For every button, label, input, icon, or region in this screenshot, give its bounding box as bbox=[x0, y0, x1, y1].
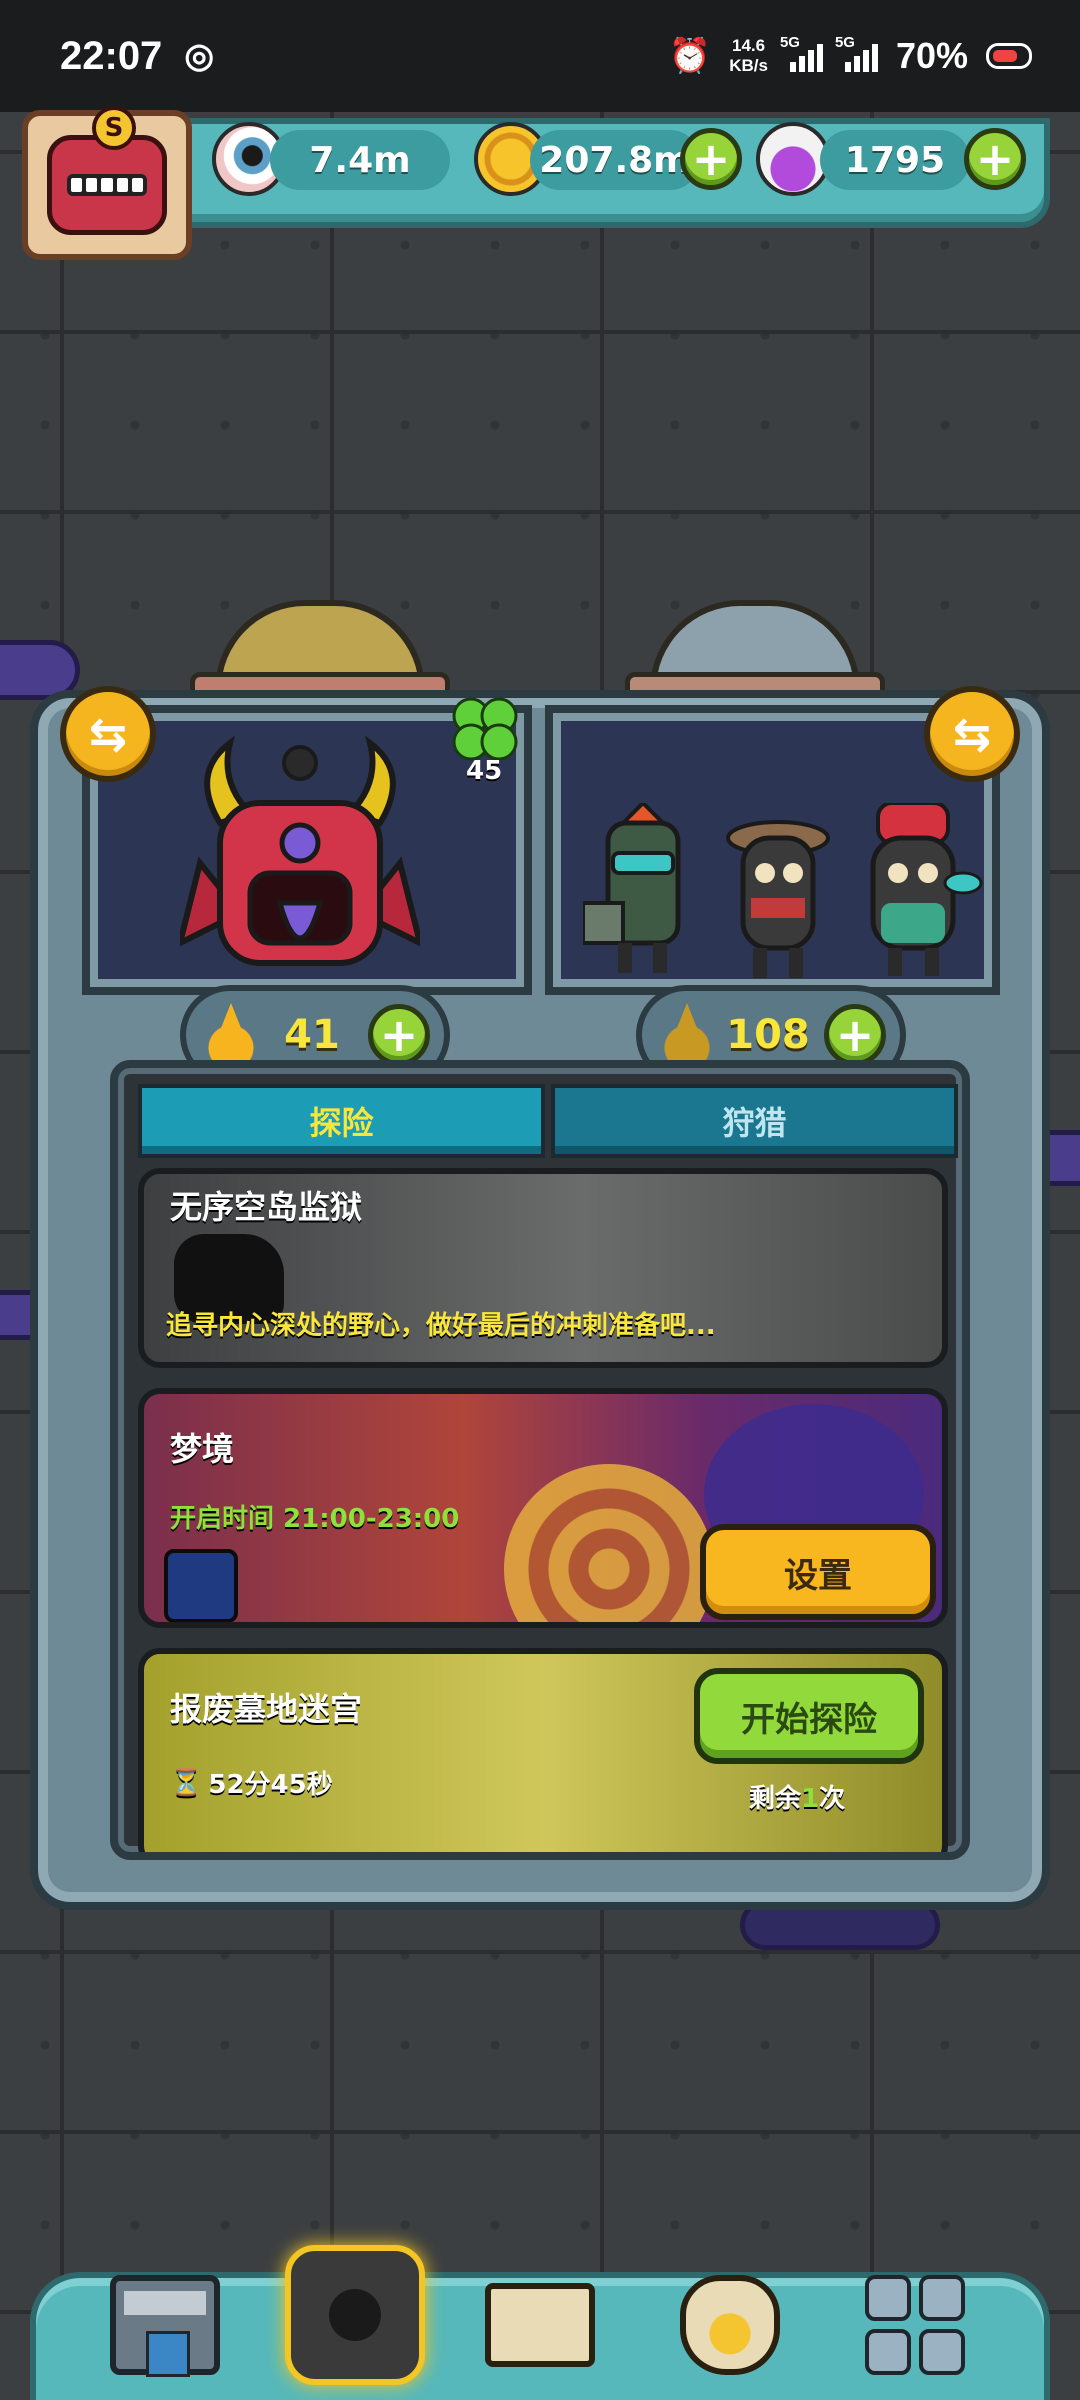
potion-icon bbox=[756, 122, 830, 196]
battery-icon bbox=[986, 43, 1032, 69]
grid-icon bbox=[865, 2275, 965, 2375]
dream-settings-button[interactable]: 设置 bbox=[700, 1524, 936, 1620]
swap-left-button[interactable]: ⇆ bbox=[60, 686, 156, 782]
money-bag-icon bbox=[680, 2275, 780, 2375]
battery-percent: 70% bbox=[895, 35, 968, 76]
maze-timer: ⏳ 52分45秒 bbox=[170, 1767, 333, 1801]
card-maze[interactable]: 报废墓地迷宫 ⏳ 52分45秒 开始探险 剩余1次 bbox=[138, 1648, 948, 1852]
drop-icon bbox=[662, 1003, 712, 1067]
monster-avatar-icon: S bbox=[47, 106, 167, 235]
card-title: 无序空岛监狱 bbox=[170, 1188, 363, 1226]
nav-bag[interactable] bbox=[670, 2265, 790, 2385]
open-time: 开启时间 21:00-23:00 bbox=[170, 1504, 460, 1534]
add-potions-button[interactable]: + bbox=[964, 128, 1026, 190]
hero-chef bbox=[870, 803, 983, 976]
tab-explore[interactable]: 探险 bbox=[138, 1084, 545, 1158]
start-explore-button[interactable]: 开始探险 bbox=[694, 1668, 924, 1764]
nav-home[interactable] bbox=[285, 2245, 425, 2385]
add-coins-button[interactable]: + bbox=[680, 128, 742, 190]
sync-icon: ◎ bbox=[184, 37, 214, 75]
hero-cowboy bbox=[726, 820, 830, 978]
panel-tabs: 探险 狩猎 bbox=[138, 1084, 958, 1158]
tab-hunt[interactable]: 狩猎 bbox=[551, 1084, 958, 1158]
card-prison[interactable]: 无序空岛监狱 追寻内心深处的野心，做好最后的冲刺准备吧... bbox=[138, 1168, 948, 1368]
nav-book[interactable] bbox=[480, 2265, 600, 2385]
card-dream[interactable]: 梦境 开启时间 21:00-23:00 设置 bbox=[138, 1388, 948, 1628]
add-left-drops-button[interactable]: + bbox=[368, 1004, 430, 1066]
alarm-icon: ⏰ bbox=[668, 37, 712, 75]
dream-swirl-decoration bbox=[504, 1464, 714, 1622]
swap-right-button[interactable]: ⇆ bbox=[924, 686, 1020, 782]
coins-value: 207.8m bbox=[530, 130, 700, 190]
network-speed: 14.6 KB/s bbox=[729, 36, 768, 75]
shop-icon bbox=[110, 2275, 220, 2377]
activity-panel: 探险 狩猎 无序空岛监狱 追寻内心深处的野心，做好最后的冲刺准备吧... 梦境 … bbox=[110, 1060, 970, 1860]
rank-letter: S bbox=[92, 106, 136, 150]
nav-more[interactable] bbox=[855, 2265, 975, 2385]
signal-icon-2: 5G bbox=[835, 34, 878, 72]
clover-count: 45 bbox=[466, 756, 503, 786]
add-right-drops-button[interactable]: + bbox=[824, 1004, 886, 1066]
nav-shop[interactable] bbox=[105, 2265, 225, 2385]
remaining-attempts: 剩余1次 bbox=[749, 1784, 846, 1814]
card-title: 梦境 bbox=[170, 1430, 235, 1468]
red-demon-monster bbox=[180, 735, 420, 966]
dream-monster-thumb-icon[interactable] bbox=[164, 1549, 238, 1622]
potions-value: 1795 bbox=[820, 130, 970, 190]
monster-home-icon bbox=[285, 2245, 425, 2385]
hourglass-icon: ⏳ bbox=[170, 1767, 203, 1798]
book-icon bbox=[485, 2283, 595, 2367]
eyes-value: 7.4m bbox=[270, 130, 450, 190]
card-title: 报废墓地迷宫 bbox=[170, 1690, 363, 1728]
card-description: 追寻内心深处的野心，做好最后的冲刺准备吧... bbox=[166, 1311, 716, 1341]
profile-badge[interactable]: S bbox=[22, 106, 192, 260]
signal-icon: 5G bbox=[780, 34, 823, 72]
drop-icon bbox=[206, 1003, 256, 1067]
system-status-bar: 22:07 ◎ ⏰ 14.6 KB/s 5G 5G 70% bbox=[0, 0, 1080, 112]
clock: 22:07 bbox=[60, 33, 163, 78]
hero-engineer bbox=[583, 803, 681, 973]
